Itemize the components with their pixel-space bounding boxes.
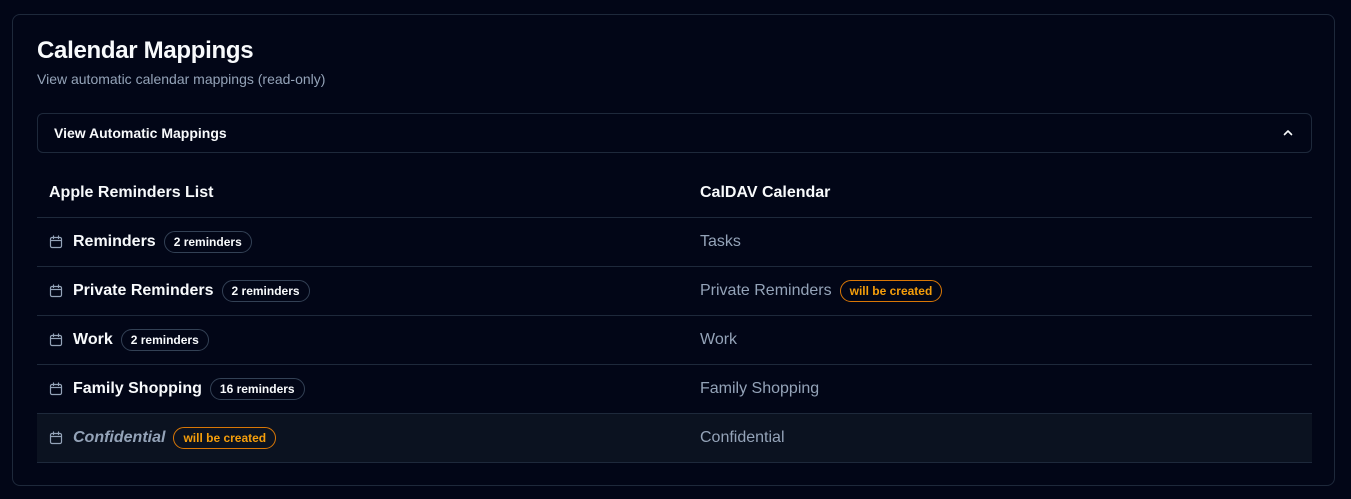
list-name: Family Shopping	[73, 380, 202, 397]
reminder-count-badge: 2 reminders	[221, 280, 310, 302]
page-subtitle: View automatic calendar mappings (read-o…	[37, 71, 326, 87]
page-title: Calendar Mappings	[37, 37, 254, 64]
will-be-created-badge: will be created	[173, 427, 277, 449]
reminders-list-cell: Family Shopping 16 reminders	[37, 378, 688, 400]
accordion-label: View Automatic Mappings	[54, 125, 227, 141]
caldav-calendar-cell: Family Shopping	[688, 380, 1312, 398]
caldav-calendar-cell: Work	[688, 331, 1312, 349]
table-row: Family Shopping 16 reminders Family Shop…	[37, 365, 1312, 414]
table-row: Reminders 2 reminders Tasks	[37, 218, 1312, 267]
list-name: Work	[73, 331, 113, 348]
calendar-icon	[49, 234, 65, 250]
reminders-list-cell: Reminders 2 reminders	[37, 231, 688, 253]
calendar-icon	[49, 381, 65, 397]
list-name: Private Reminders	[73, 282, 214, 299]
calendar-icon	[49, 283, 65, 299]
will-be-created-badge: will be created	[839, 280, 943, 302]
caldav-calendar-cell: Tasks	[688, 233, 1312, 251]
reminder-count-badge: 2 reminders	[163, 231, 252, 253]
list-name: Confidential	[73, 429, 166, 446]
chevron-up-icon	[1281, 126, 1295, 140]
column-header-reminders-list: Apple Reminders List	[49, 184, 214, 201]
table-row: Private Reminders 2 reminders Private Re…	[37, 267, 1312, 316]
reminders-list-cell: Confidential will be created	[37, 427, 688, 449]
calendar-mappings-card: Calendar Mappings View automatic calenda…	[12, 14, 1335, 486]
mappings-table: Apple Reminders List CalDAV Calendar Rem…	[37, 169, 1312, 463]
view-mappings-accordion[interactable]: View Automatic Mappings	[37, 113, 1312, 153]
calendar-name: Tasks	[700, 233, 741, 250]
table-row: Confidential will be created Confidentia…	[37, 414, 1312, 463]
table-header: Apple Reminders List CalDAV Calendar	[37, 169, 1312, 218]
reminders-list-cell: Work 2 reminders	[37, 329, 688, 351]
calendar-icon	[49, 430, 65, 446]
calendar-icon	[49, 332, 65, 348]
caldav-calendar-cell: Private Reminders will be created	[688, 280, 1312, 302]
table-row: Work 2 reminders Work	[37, 316, 1312, 365]
calendar-name: Confidential	[700, 429, 785, 446]
reminder-count-badge: 16 reminders	[209, 378, 305, 400]
calendar-name: Family Shopping	[700, 380, 820, 397]
list-name: Reminders	[73, 233, 156, 250]
column-header-caldav-calendar: CalDAV Calendar	[700, 184, 831, 201]
caldav-calendar-cell: Confidential	[688, 429, 1312, 447]
calendar-name: Work	[700, 331, 738, 348]
reminders-list-cell: Private Reminders 2 reminders	[37, 280, 688, 302]
reminder-count-badge: 2 reminders	[120, 329, 209, 351]
calendar-name: Private Reminders	[700, 282, 832, 299]
